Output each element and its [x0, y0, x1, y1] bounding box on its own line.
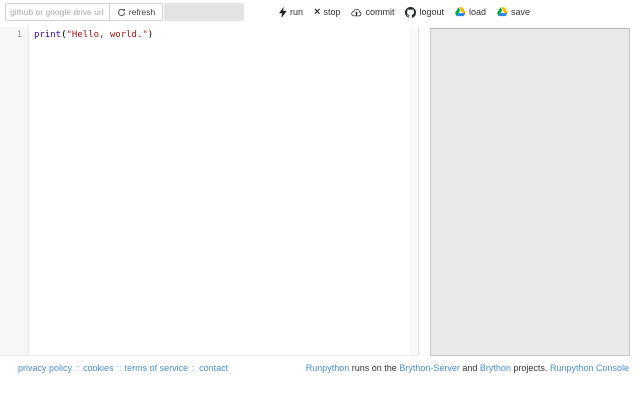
commit-label: commit [365, 7, 395, 17]
footer-separator: :: [116, 363, 122, 373]
x-icon: × [314, 6, 321, 18]
line-number-gutter: 1 [0, 27, 29, 355]
contact-link[interactable]: contact [199, 363, 228, 373]
code-area[interactable]: print("Hello, world.") [29, 27, 418, 355]
footer-separator: :: [191, 363, 197, 373]
logout-button[interactable]: logout [405, 6, 444, 18]
refresh-icon [117, 7, 126, 17]
toolbar-actions: run × stop commit logout load save [279, 3, 530, 21]
code-token-paren: ) [147, 30, 154, 40]
toolbar: refresh run × stop c [0, 0, 640, 26]
code-editor: 1 print("Hello, world.") [0, 27, 419, 356]
brython-link[interactable]: Brython [480, 363, 511, 373]
google-drive-icon [455, 7, 466, 17]
console-output-panel [430, 28, 630, 356]
stop-button[interactable]: × stop [314, 6, 341, 18]
runpython-link[interactable]: Runpython [306, 363, 350, 373]
code-token-string: "Hello, world." [66, 30, 148, 40]
terms-of-service-link[interactable]: terms of service [125, 363, 189, 373]
cloud-upload-icon [351, 7, 362, 17]
footer-credits: Runpython runs on the Brython-Server and… [306, 363, 629, 373]
save-label: save [511, 7, 531, 17]
refresh-label: refresh [128, 7, 156, 17]
logout-label: logout [419, 7, 444, 17]
footer-links: privacy policy:: cookies:: terms of servic… [18, 363, 228, 373]
url-input[interactable] [5, 3, 111, 21]
load-label: load [469, 7, 487, 17]
cookies-link[interactable]: cookies [83, 363, 114, 373]
code-line: print("Hello, world.") [34, 30, 418, 41]
run-label: run [290, 7, 304, 17]
credits-text: and [459, 363, 480, 373]
refresh-button[interactable]: refresh [109, 3, 163, 21]
stop-label: stop [323, 7, 341, 17]
google-drive-icon [497, 7, 509, 17]
save-button[interactable]: save [497, 7, 530, 17]
runpython-console-link[interactable]: Runpython Console [550, 363, 629, 373]
run-button[interactable]: run [279, 6, 304, 18]
load-button[interactable]: load [455, 7, 486, 17]
filename-input[interactable] [164, 3, 244, 21]
line-number: 1 [16, 30, 22, 40]
commit-button[interactable]: commit [351, 7, 394, 17]
lightning-bolt-icon [279, 6, 287, 18]
code-token-builtin: print [34, 30, 62, 40]
github-icon [405, 6, 417, 18]
credits-text: runs on the [349, 363, 400, 373]
editor-scrollbar[interactable] [410, 27, 418, 355]
runpython-app: refresh run × stop c [0, 0, 640, 400]
footer-separator: :: [75, 363, 81, 373]
privacy-policy-link[interactable]: privacy policy [18, 363, 72, 373]
credits-text: projects. [510, 363, 550, 373]
brython-server-link[interactable]: Brython-Server [399, 363, 460, 373]
